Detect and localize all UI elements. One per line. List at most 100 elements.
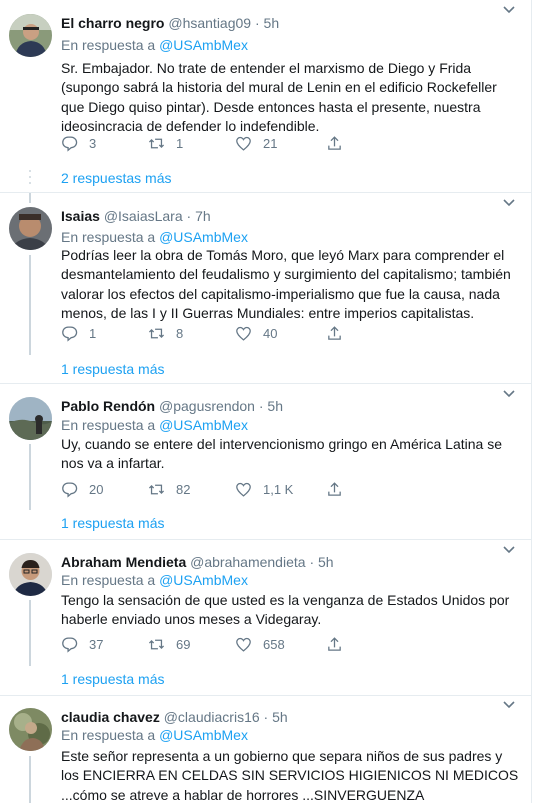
like-button[interactable]: 21 — [235, 133, 277, 153]
mention-link[interactable]: @USAmbMex — [159, 37, 248, 53]
retweet-icon — [148, 138, 165, 148]
display-name[interactable]: Pablo Rendón — [61, 398, 155, 414]
reply-icon — [62, 636, 78, 653]
mention-link[interactable]: @USAmbMex — [159, 417, 248, 433]
thread-line — [29, 193, 31, 203]
reply-context: En respuesta a @USAmbMex — [61, 726, 248, 745]
like-button[interactable]: 1,1 K — [235, 479, 293, 499]
tweet-header: Abraham Mendieta @abrahamendieta · 5h — [61, 552, 334, 572]
timestamp[interactable]: 5h — [318, 554, 334, 570]
separator-dot: · — [309, 554, 315, 570]
thread-line — [29, 756, 31, 803]
show-more-replies-link[interactable]: 2 respuestas más — [61, 168, 172, 188]
tweet-text: Este señor representa a un gobierno que … — [61, 748, 519, 803]
show-more-replies-link[interactable]: 1 respuesta más — [61, 669, 165, 689]
user-handle[interactable]: @pagusrendon — [159, 398, 255, 414]
like-count: 40 — [263, 325, 278, 341]
chevron-down-icon[interactable] — [502, 698, 516, 712]
retweet-button[interactable]: 1 — [148, 133, 183, 153]
tweet-text: Tengo la sensación de que usted es la ve… — [61, 592, 510, 628]
reply-prefix: En respuesta a — [61, 727, 156, 743]
chevron-down-icon[interactable] — [502, 3, 516, 17]
avatar-image — [9, 14, 52, 57]
retweet-icon — [148, 328, 165, 338]
reply-button[interactable]: 20 — [61, 479, 103, 499]
chevron-down-icon[interactable] — [502, 387, 516, 401]
share-button[interactable] — [326, 323, 343, 343]
reply-prefix: En respuesta a — [61, 229, 156, 245]
tweet[interactable]: El charro negro @hsantiag09 · 5h En resp… — [0, 0, 532, 193]
timestamp[interactable]: 5h — [272, 709, 288, 725]
reply-count: 3 — [89, 135, 97, 151]
timestamp[interactable]: 5h — [264, 15, 280, 31]
thread-line — [29, 255, 31, 355]
reply-button[interactable]: 37 — [61, 634, 103, 654]
share-icon — [328, 135, 341, 150]
reply-button[interactable]: 1 — [61, 323, 96, 343]
reply-prefix: En respuesta a — [61, 37, 156, 53]
tweet-text: Sr. Embajador. No trate de entender el m… — [61, 60, 497, 135]
reply-count: 37 — [89, 636, 104, 652]
like-count: 658 — [263, 636, 285, 652]
avatar-image — [9, 553, 52, 596]
reply-context: En respuesta a @USAmbMex — [61, 571, 248, 590]
share-button[interactable] — [326, 634, 343, 654]
share-button[interactable] — [326, 133, 343, 153]
retweet-button[interactable]: 82 — [148, 479, 190, 499]
tweet[interactable]: Isaias @IsaiasLara · 7h En respuesta a @… — [0, 193, 532, 384]
avatar[interactable] — [9, 207, 52, 250]
chevron-down-icon[interactable] — [502, 196, 516, 210]
reply-button[interactable]: 3 — [61, 133, 96, 153]
user-handle[interactable]: @IsaiasLara — [104, 208, 183, 224]
avatar-image — [9, 207, 52, 250]
mention-link[interactable]: @USAmbMex — [159, 572, 248, 588]
chevron-down-icon[interactable] — [502, 543, 516, 557]
tweet[interactable]: claudia chavez @claudiacris16 · 5h En re… — [0, 696, 532, 803]
tweet-header: claudia chavez @claudiacris16 · 5h — [61, 707, 288, 727]
like-button[interactable]: 658 — [235, 634, 285, 654]
action-bar: 37 69 658 — [61, 634, 361, 654]
retweet-count: 69 — [176, 636, 191, 652]
reply-icon — [62, 481, 78, 498]
share-icon — [328, 325, 341, 340]
mention-link[interactable]: @USAmbMex — [159, 229, 248, 245]
display-name[interactable]: Isaias — [61, 208, 100, 224]
display-name[interactable]: Abraham Mendieta — [61, 554, 186, 570]
tweet[interactable]: Abraham Mendieta @abrahamendieta · 5h En… — [0, 540, 532, 696]
like-button[interactable]: 40 — [235, 323, 277, 343]
display-name[interactable]: El charro negro — [61, 15, 164, 31]
reply-prefix: En respuesta a — [61, 417, 156, 433]
avatar[interactable] — [9, 553, 52, 596]
retweet-button[interactable]: 8 — [148, 323, 183, 343]
avatar[interactable] — [9, 14, 52, 57]
separator-dot: · — [186, 208, 192, 224]
retweet-icon — [148, 639, 165, 649]
share-button[interactable] — [326, 479, 343, 499]
timestamp[interactable]: 5h — [267, 398, 283, 414]
show-more-replies-link[interactable]: 1 respuesta más — [61, 359, 165, 379]
user-handle[interactable]: @claudiacris16 — [164, 709, 260, 725]
like-icon — [236, 482, 251, 497]
user-handle[interactable]: @hsantiag09 — [168, 15, 251, 31]
reply-context: En respuesta a @USAmbMex — [61, 416, 248, 435]
user-handle[interactable]: @abrahamendieta — [190, 554, 305, 570]
mention-link[interactable]: @USAmbMex — [159, 727, 248, 743]
tweet[interactable]: Pablo Rendón @pagusrendon · 5h En respue… — [0, 384, 532, 540]
tweet-header: Pablo Rendón @pagusrendon · 5h — [61, 396, 283, 416]
separator-dot: · — [258, 398, 264, 414]
retweet-button[interactable]: 69 — [148, 634, 190, 654]
tweet-text: Uy, cuando se entere del intervencionism… — [61, 436, 502, 472]
reply-count: 20 — [89, 481, 104, 497]
reply-prefix: En respuesta a — [61, 572, 156, 588]
retweet-count: 8 — [176, 325, 184, 341]
display-name[interactable]: claudia chavez — [61, 709, 160, 725]
like-count: 1,1 K — [263, 481, 294, 497]
timestamp[interactable]: 7h — [195, 208, 211, 224]
avatar[interactable] — [9, 708, 52, 751]
avatar-image — [9, 397, 52, 440]
separator-dot: · — [254, 15, 260, 31]
avatar[interactable] — [9, 397, 52, 440]
reply-context: En respuesta a @USAmbMex — [61, 228, 248, 247]
tweet-text: Podrías leer la obra de Tomás Moro, que … — [61, 247, 511, 322]
show-more-replies-link[interactable]: 1 respuesta más — [61, 513, 165, 533]
